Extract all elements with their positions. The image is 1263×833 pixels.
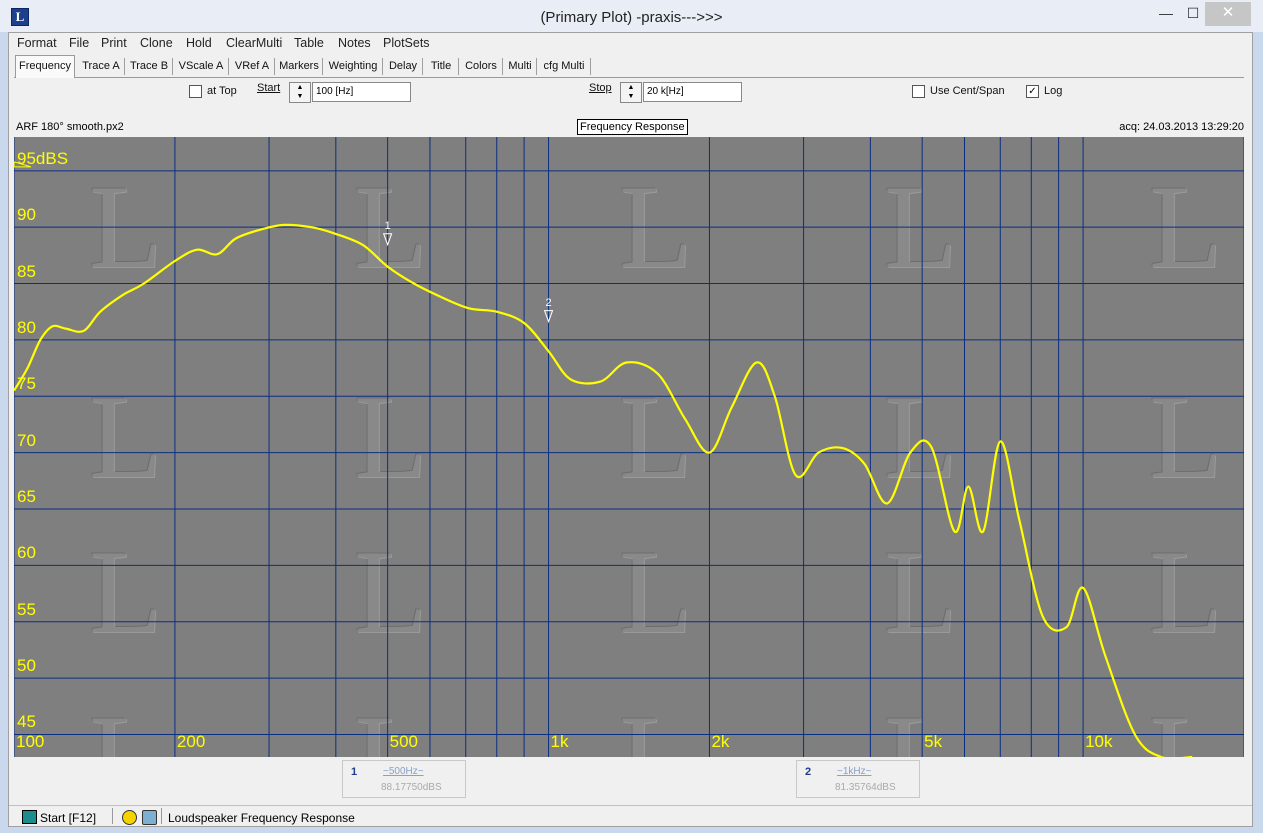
stop-label[interactable]: Stop	[589, 82, 612, 94]
tab-cfg-multi[interactable]: cfg Multi	[538, 58, 591, 75]
x-tick-label: 10k	[1085, 732, 1113, 751]
menu-clearmulti[interactable]: ClearMulti	[226, 36, 282, 50]
plot-title[interactable]: Frequency Response	[577, 119, 688, 135]
marker-1-number: 1	[351, 766, 358, 778]
marker-readouts: 1 ~500Hz~ 88.17750dBS 2 ~1kHz~ 81.35764d…	[14, 758, 1244, 798]
start-play-icon[interactable]	[22, 810, 37, 824]
at-top-checkbox[interactable]	[189, 85, 202, 98]
x-tick-label: 500	[389, 732, 418, 751]
start-input[interactable]: 100 [Hz]	[312, 82, 411, 102]
tab-weighting[interactable]: Weighting	[324, 58, 383, 75]
y-tick-label: 50	[17, 656, 36, 676]
y-tick-label: 85	[17, 261, 36, 281]
x-tick-label: 5k	[924, 732, 943, 751]
marker-2-number: 2	[805, 766, 812, 778]
y-tick-label: 80	[17, 317, 36, 337]
log-checkbox[interactable]: ✓	[1026, 85, 1039, 98]
marker-1-value: 88.17750dBS	[381, 782, 442, 793]
menu-file[interactable]: File	[69, 36, 89, 50]
x-tick-label: 2k	[711, 732, 730, 751]
x-tick-label: 200	[176, 732, 206, 751]
status-bar: Start [F12] Loudspeaker Frequency Respon…	[9, 805, 1252, 826]
y-tick-label: 55	[17, 599, 36, 619]
use-cent-span-label: Use Cent/Span	[930, 85, 1005, 97]
tab-trace-b[interactable]: Trace B	[126, 58, 173, 75]
menu-notes[interactable]: Notes	[338, 36, 371, 50]
y-tick-label: 45	[17, 712, 36, 732]
marker-1-label: 1	[384, 219, 391, 232]
tab-trace-a[interactable]: Trace A	[78, 58, 125, 75]
frequency-response-curve	[14, 223, 1193, 757]
plot-window: Format File Print Clone Hold ClearMulti …	[8, 32, 1253, 827]
status-separator	[161, 808, 162, 824]
plot-header: ARF 180° smooth.px2 Frequency Response a…	[9, 119, 1252, 137]
tab-title[interactable]: Title	[424, 58, 459, 75]
tab-frequency[interactable]: Frequency	[15, 55, 75, 78]
tab-markers[interactable]: Markers	[276, 58, 323, 75]
stop-input[interactable]: 20 k[Hz]	[643, 82, 742, 102]
marker-2-frequency[interactable]: ~1kHz~	[837, 766, 871, 777]
marker-2-label: 2	[545, 296, 552, 309]
marker-1-frequency[interactable]: ~500Hz~	[383, 766, 424, 777]
tab-colors[interactable]: Colors	[460, 58, 503, 75]
chart-svg	[14, 137, 1244, 757]
start-button[interactable]: Start [F12]	[40, 811, 96, 825]
probe-icon[interactable]	[142, 810, 157, 825]
y-tick-label: 65	[17, 487, 36, 506]
y-tick-label: 75	[17, 374, 36, 394]
close-button[interactable]: ✕	[1205, 2, 1251, 26]
tab-strip: Frequency Trace A Trace B VScale A VRef …	[14, 55, 1244, 78]
y-tick-label: 70	[17, 430, 36, 450]
menu-hold[interactable]: Hold	[186, 36, 212, 50]
use-cent-span-checkbox[interactable]	[912, 85, 925, 98]
tab-delay[interactable]: Delay	[384, 58, 423, 75]
y-tick-label: 60	[17, 543, 36, 563]
file-name: ARF 180° smooth.px2	[16, 121, 124, 133]
stop-spinner[interactable]: ▲ ▼	[620, 82, 642, 103]
y-tick-label: 90	[17, 205, 36, 225]
menu-print[interactable]: Print	[101, 36, 127, 50]
gauge-icon[interactable]	[122, 810, 137, 825]
marker-2-value: 81.35764dBS	[835, 782, 896, 793]
start-spinner[interactable]: ▲ ▼	[289, 82, 311, 103]
menu-plotsets[interactable]: PlotSets	[383, 36, 430, 50]
log-label: Log	[1044, 85, 1063, 97]
status-text: Loudspeaker Frequency Response	[168, 811, 355, 825]
menu-format[interactable]: Format	[17, 36, 57, 50]
tab-vscale-a[interactable]: VScale A	[174, 58, 229, 75]
tab-multi[interactable]: Multi	[504, 58, 537, 75]
x-tick-label: 1k	[550, 732, 569, 751]
status-separator	[112, 808, 113, 824]
menu-table[interactable]: Table	[294, 36, 324, 50]
acquisition-time: acq: 24.03.2013 13:29:20	[1119, 121, 1244, 133]
x-tick-label: 100	[16, 732, 45, 751]
frequency-toolbar: at Top Start ▲ ▼ 100 [Hz] Stop ▲ ▼ 20 k[Hz…	[14, 78, 1248, 118]
marker-2-readout[interactable]: 2 ~1kHz~ 81.35764dBS	[796, 760, 920, 798]
y-tick-label: 95dBS	[17, 148, 69, 168]
frequency-response-plot[interactable]: LLLLLLLLLLLLLLLLLLLL 95dBS 90 85 80 75 70 65 60…	[14, 137, 1244, 757]
window-title: (Primary Plot) -praxis--->>>	[540, 9, 723, 26]
at-top-label: at Top	[207, 85, 237, 97]
menu-clone[interactable]: Clone	[140, 36, 173, 50]
start-label[interactable]: Start	[257, 82, 280, 94]
tab-vref-a[interactable]: VRef A	[230, 58, 275, 75]
title-bar: L (Primary Plot) -praxis--->>> — ☐ ✕	[0, 0, 1263, 32]
menu-bar: Format File Print Clone Hold ClearMulti …	[9, 33, 1252, 53]
marker-1-readout[interactable]: 1 ~500Hz~ 88.17750dBS	[342, 760, 466, 798]
